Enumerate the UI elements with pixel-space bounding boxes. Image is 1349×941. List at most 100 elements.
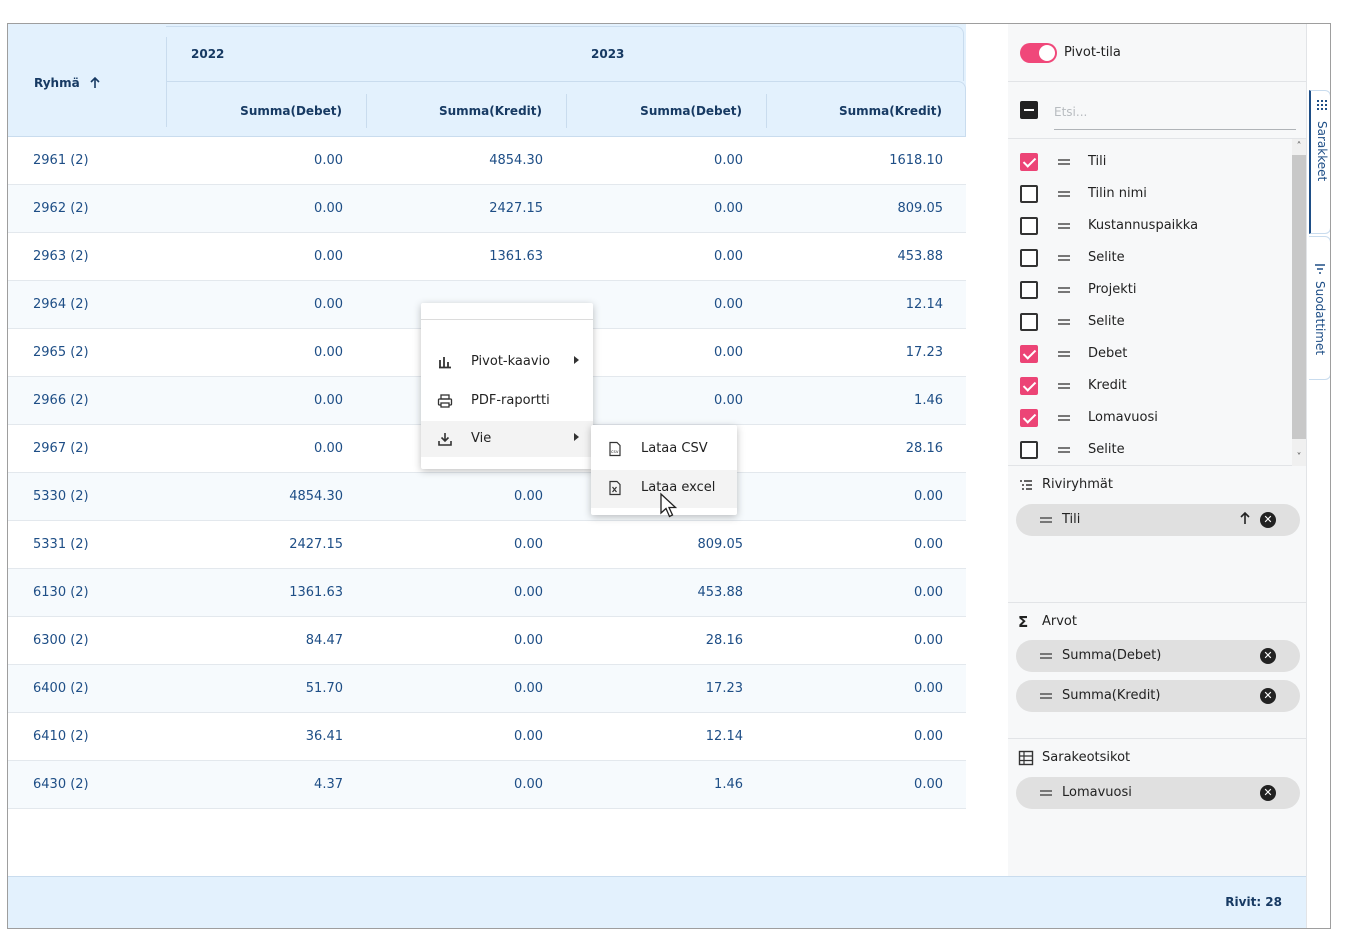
value-chip[interactable]: Summa(Kredit) ✕ bbox=[1016, 680, 1300, 712]
value-cell[interactable]: 0.00 bbox=[183, 185, 343, 233]
value-cell[interactable]: 0.00 bbox=[383, 617, 543, 665]
drag-handle-icon[interactable] bbox=[1058, 159, 1070, 165]
column-list-item[interactable]: Tili bbox=[1008, 146, 1290, 178]
row-group-cell[interactable]: 5330 (2) bbox=[33, 473, 89, 521]
value-cell[interactable]: 0.00 bbox=[783, 473, 943, 521]
sort-ascending-icon[interactable] bbox=[88, 76, 102, 90]
table-row[interactable]: 5330 (2) 4854.30 0.00 0.00 bbox=[8, 473, 966, 521]
drag-handle-icon[interactable] bbox=[1058, 191, 1070, 197]
value-cell[interactable]: 0.00 bbox=[583, 137, 743, 185]
drag-handle-icon[interactable] bbox=[1058, 447, 1070, 453]
col-header-debet-2022[interactable]: Summa(Debet) bbox=[162, 104, 342, 118]
value-cell[interactable]: 0.00 bbox=[183, 281, 343, 329]
row-group-cell[interactable]: 6410 (2) bbox=[33, 713, 89, 761]
table-row[interactable]: 6430 (2) 4.37 0.00 1.46 0.00 bbox=[8, 761, 966, 809]
column-list-item[interactable]: Projekti bbox=[1008, 274, 1290, 306]
value-cell[interactable]: 0.00 bbox=[783, 521, 943, 569]
column-list-item[interactable]: Selite bbox=[1008, 306, 1290, 338]
row-group-cell[interactable]: 2963 (2) bbox=[33, 233, 89, 281]
remove-chip-icon[interactable]: ✕ bbox=[1260, 785, 1276, 801]
drag-handle-icon[interactable] bbox=[1040, 517, 1052, 523]
value-cell[interactable]: 0.00 bbox=[183, 425, 343, 473]
column-checkbox[interactable] bbox=[1020, 313, 1038, 331]
value-cell[interactable]: 0.00 bbox=[783, 665, 943, 713]
row-group-cell[interactable]: 2961 (2) bbox=[33, 137, 89, 185]
value-cell[interactable]: 0.00 bbox=[583, 377, 743, 425]
year-header-2023[interactable]: 2023 bbox=[591, 47, 624, 61]
table-row[interactable]: 6300 (2) 84.47 0.00 28.16 0.00 bbox=[8, 617, 966, 665]
drag-handle-icon[interactable] bbox=[1058, 383, 1070, 389]
value-cell[interactable]: 0.00 bbox=[583, 185, 743, 233]
table-row[interactable]: 5331 (2) 2427.15 0.00 809.05 0.00 bbox=[8, 521, 966, 569]
remove-chip-icon[interactable]: ✕ bbox=[1260, 512, 1276, 528]
group-column-header[interactable]: Ryhmä bbox=[34, 76, 80, 90]
value-cell[interactable]: 0.00 bbox=[383, 569, 543, 617]
table-row[interactable]: 2963 (2) 0.00 1361.63 0.00 453.88 bbox=[8, 233, 966, 281]
value-cell[interactable]: 1.46 bbox=[783, 377, 943, 425]
sort-ascending-icon[interactable] bbox=[1238, 510, 1252, 526]
value-cell[interactable]: 0.00 bbox=[783, 617, 943, 665]
value-cell[interactable]: 2427.15 bbox=[183, 521, 343, 569]
column-checkbox[interactable] bbox=[1020, 249, 1038, 267]
row-group-cell[interactable]: 2962 (2) bbox=[33, 185, 89, 233]
value-cell[interactable]: 0.00 bbox=[783, 713, 943, 761]
column-search-input[interactable] bbox=[1054, 94, 1296, 130]
value-cell[interactable]: 0.00 bbox=[383, 473, 543, 521]
column-label-chip[interactable]: Lomavuosi ✕ bbox=[1016, 777, 1300, 809]
drag-handle-icon[interactable] bbox=[1058, 287, 1070, 293]
value-cell[interactable]: 0.00 bbox=[383, 665, 543, 713]
value-cell[interactable]: 51.70 bbox=[183, 665, 343, 713]
column-checkbox[interactable] bbox=[1020, 281, 1038, 299]
drag-handle-icon[interactable] bbox=[1058, 255, 1070, 261]
table-row[interactable]: 6410 (2) 36.41 0.00 12.14 0.00 bbox=[8, 713, 966, 761]
table-row[interactable]: 2962 (2) 0.00 2427.15 0.00 809.05 bbox=[8, 185, 966, 233]
value-cell[interactable]: 0.00 bbox=[383, 761, 543, 809]
tab-filters[interactable]: Suodattimet bbox=[1309, 236, 1330, 380]
column-checkbox[interactable] bbox=[1020, 409, 1038, 427]
value-cell[interactable]: 17.23 bbox=[583, 665, 743, 713]
value-cell[interactable]: 2427.15 bbox=[383, 185, 543, 233]
drag-handle-icon[interactable] bbox=[1058, 415, 1070, 421]
column-checkbox[interactable] bbox=[1020, 377, 1038, 395]
pivot-mode-toggle[interactable] bbox=[1020, 43, 1057, 63]
value-chip[interactable]: Summa(Debet) ✕ bbox=[1016, 640, 1300, 672]
value-cell[interactable]: 4.37 bbox=[183, 761, 343, 809]
row-group-cell[interactable]: 6430 (2) bbox=[33, 761, 89, 809]
value-cell[interactable]: 0.00 bbox=[583, 329, 743, 377]
column-list-item[interactable]: Selite bbox=[1008, 434, 1290, 465]
value-cell[interactable]: 0.00 bbox=[183, 377, 343, 425]
column-list-item[interactable]: Selite bbox=[1008, 242, 1290, 274]
column-list-item[interactable]: Lomavuosi bbox=[1008, 402, 1290, 434]
value-cell[interactable]: 1361.63 bbox=[383, 233, 543, 281]
value-cell[interactable]: 0.00 bbox=[583, 281, 743, 329]
value-cell[interactable]: 1.46 bbox=[583, 761, 743, 809]
value-cell[interactable]: 28.16 bbox=[583, 617, 743, 665]
column-list-item[interactable]: Debet bbox=[1008, 338, 1290, 370]
value-cell[interactable]: 12.14 bbox=[583, 713, 743, 761]
value-cell[interactable]: 84.47 bbox=[183, 617, 343, 665]
col-header-debet-2023[interactable]: Summa(Debet) bbox=[562, 104, 742, 118]
value-cell[interactable]: 0.00 bbox=[383, 521, 543, 569]
column-list-item[interactable]: Kredit bbox=[1008, 370, 1290, 402]
value-cell[interactable]: 0.00 bbox=[183, 329, 343, 377]
menu-item-pivot-chart[interactable]: Pivot-kaavio bbox=[421, 344, 593, 380]
value-cell[interactable]: 453.88 bbox=[783, 233, 944, 281]
value-cell[interactable]: 1361.63 bbox=[183, 569, 343, 617]
column-checkbox[interactable] bbox=[1020, 441, 1038, 459]
value-cell[interactable]: 17.23 bbox=[783, 329, 943, 377]
scrollbar-thumb[interactable] bbox=[1292, 155, 1306, 439]
value-cell[interactable]: 0.00 bbox=[183, 233, 343, 281]
drag-handle-icon[interactable] bbox=[1058, 223, 1070, 229]
value-cell[interactable]: 28.16 bbox=[783, 425, 943, 473]
col-header-kredit-2023[interactable]: Summa(Kredit) bbox=[762, 104, 942, 118]
remove-chip-icon[interactable]: ✕ bbox=[1260, 648, 1276, 664]
drag-handle-icon[interactable] bbox=[1058, 351, 1070, 357]
value-cell[interactable]: 4854.30 bbox=[183, 473, 343, 521]
scroll-down-icon[interactable]: ˅ bbox=[1294, 452, 1304, 464]
row-group-cell[interactable]: 6300 (2) bbox=[33, 617, 89, 665]
column-checkbox[interactable] bbox=[1020, 345, 1038, 363]
drag-handle-icon[interactable] bbox=[1058, 319, 1070, 325]
value-cell[interactable]: 0.00 bbox=[783, 761, 943, 809]
value-cell[interactable]: 809.05 bbox=[583, 521, 744, 569]
select-all-checkbox[interactable] bbox=[1020, 101, 1038, 119]
